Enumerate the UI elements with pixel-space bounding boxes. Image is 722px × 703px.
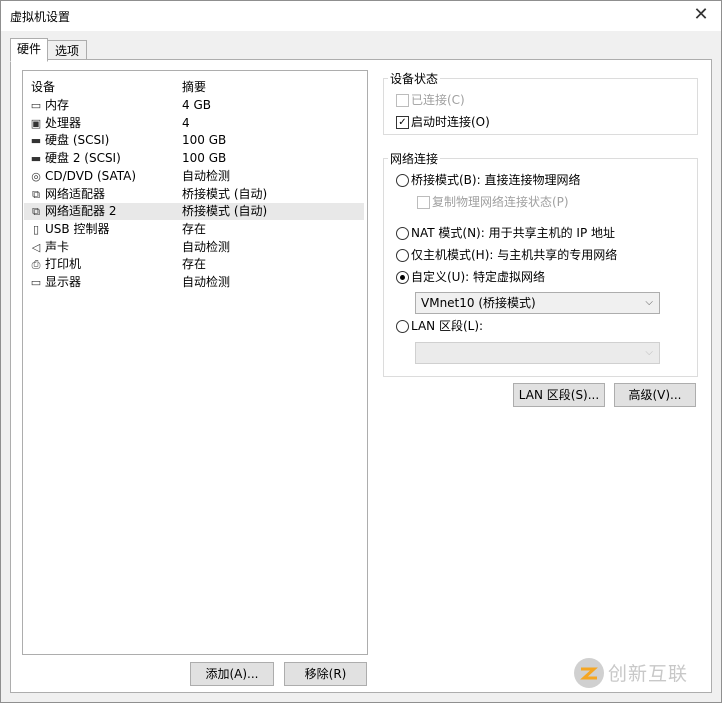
hard-disk-icon: ▬ — [30, 152, 42, 166]
device-row[interactable]: ▭ 内存 4 GB — [24, 97, 364, 114]
add-device-button[interactable]: 添加(A)... — [190, 662, 274, 686]
logo-icon — [574, 658, 604, 688]
remove-device-button[interactable]: 移除(R) — [284, 662, 367, 686]
device-name: 处理器 — [45, 115, 82, 130]
column-header-device[interactable]: 设备 — [31, 78, 55, 95]
radio-circle[interactable] — [396, 174, 409, 187]
connected-label: 已连接(C) — [411, 93, 465, 107]
radio-circle[interactable] — [396, 320, 409, 333]
nat-label: NAT 模式(N): 用于共享主机的 IP 地址 — [411, 226, 616, 240]
device-name: 网络适配器 2 — [45, 204, 117, 219]
hard-disk-icon: ▬ — [30, 134, 42, 148]
device-row[interactable]: ▭ 显示器 自动检测 — [24, 274, 364, 291]
radio-circle[interactable] — [396, 249, 409, 262]
network-adapter-icon: ⧉ — [32, 205, 40, 219]
watermark-text: 创新互联 — [608, 663, 689, 685]
device-summary: 存在 — [182, 257, 207, 272]
lan-segment-select[interactable]: ⌵ — [415, 342, 660, 364]
device-row[interactable]: ⧉ 网络适配器 2 桥接模式 (自动) — [24, 203, 364, 221]
usb-icon: ▯ — [32, 222, 40, 236]
device-name: 硬盘 2 (SCSI) — [45, 151, 121, 166]
cd-dvd-icon: ◎ — [31, 169, 41, 183]
column-header-summary[interactable]: 摘要 — [182, 78, 206, 95]
device-summary: 自动检测 — [182, 239, 231, 254]
device-name: CD/DVD (SATA) — [45, 168, 137, 183]
display-icon: ▭ — [30, 276, 42, 289]
device-row[interactable]: ▬ 硬盘 2 (SCSI) 100 GB — [24, 150, 364, 167]
device-name: 声卡 — [45, 239, 70, 254]
chevron-down-icon[interactable]: ⌵ — [645, 293, 653, 313]
device-list[interactable]: 设备 摘要 ▭ 内存 4 GB ▣ 处理器 4 ▬ 硬盘 (SCSI) 100 GB ▬ 硬盘 2 … — [22, 70, 368, 655]
device-summary: 自动检测 — [182, 168, 231, 183]
device-summary: 桥接模式 (自动) — [182, 204, 268, 219]
device-row[interactable]: ◎ CD/DVD (SATA) 自动检测 — [24, 168, 364, 185]
checkbox-box[interactable] — [396, 94, 409, 107]
close-icon[interactable]: ✕ — [691, 5, 711, 25]
device-name: 显示器 — [45, 275, 82, 289]
lan-segment-label: LAN 区段(L): — [411, 319, 484, 333]
replicate-state-label: 复制物理网络连接状态(P) — [432, 195, 569, 209]
device-name: 网络适配器 — [45, 186, 106, 201]
watermark-logo: 创新互联 — [572, 653, 717, 693]
custom-label: 自定义(U): 特定虚拟网络 — [411, 270, 546, 284]
printer-icon: ⎙ — [31, 258, 41, 272]
radio-circle[interactable] — [396, 227, 409, 240]
device-status-title: 设备状态 — [388, 70, 441, 87]
sound-card-icon: ◁ — [31, 240, 41, 254]
host-only-label: 仅主机模式(H): 与主机共享的专用网络 — [411, 248, 618, 262]
processor-icon: ▣ — [30, 116, 42, 130]
chevron-down-icon[interactable]: ⌵ — [645, 343, 653, 363]
device-summary: 4 — [182, 115, 190, 130]
window-title: 虚拟机设置 — [10, 10, 71, 24]
custom-network-select[interactable]: VMnet10 (桥接模式) ⌵ — [415, 292, 660, 314]
device-name: 打印机 — [45, 257, 82, 272]
device-row[interactable]: ⧉ 网络适配器 桥接模式 (自动) — [24, 186, 364, 203]
custom-network-value: VMnet10 (桥接模式) — [421, 296, 536, 310]
bridged-label: 桥接模式(B): 直接连接物理网络 — [411, 173, 581, 187]
radio-circle-checked[interactable] — [396, 271, 409, 284]
check-mark-icon[interactable]: ✓ — [396, 116, 409, 129]
device-summary: 自动检测 — [182, 275, 231, 289]
network-adapter-icon: ⧉ — [32, 187, 40, 201]
device-row[interactable]: ▬ 硬盘 (SCSI) 100 GB — [24, 132, 364, 149]
connect-at-power-on-label: 启动时连接(O) — [411, 115, 490, 129]
device-summary: 存在 — [182, 221, 207, 236]
device-row[interactable]: ⎙ 打印机 存在 — [24, 256, 364, 273]
device-summary: 桥接模式 (自动) — [182, 186, 268, 201]
vm-settings-window: 虚拟机设置 ✕ 硬件 选项 设备 摘要 ▭ 内存 4 GB ▣ 处理器 4 ▬ 硬盘 (SCS… — [0, 0, 722, 703]
memory-icon: ▭ — [30, 99, 42, 112]
network-connection-title: 网络连接 — [388, 150, 441, 167]
advanced-button[interactable]: 高级(V)... — [614, 383, 696, 407]
device-name: USB 控制器 — [45, 221, 110, 236]
device-summary: 100 GB — [182, 151, 227, 166]
list-header: 设备 摘要 — [23, 78, 367, 96]
device-row[interactable]: ◁ 声卡 自动检测 — [24, 239, 364, 256]
title-bar[interactable]: 虚拟机设置 ✕ — [1, 1, 721, 31]
lan-segments-button[interactable]: LAN 区段(S)... — [513, 383, 605, 407]
device-summary: 4 GB — [182, 98, 211, 112]
device-name: 硬盘 (SCSI) — [45, 133, 110, 148]
device-row[interactable]: ▣ 处理器 4 — [24, 115, 364, 132]
device-name: 内存 — [45, 98, 70, 112]
device-row[interactable]: ▯ USB 控制器 存在 — [24, 221, 364, 238]
device-summary: 100 GB — [182, 133, 227, 148]
checkbox-box[interactable] — [417, 196, 430, 209]
tab-hardware[interactable]: 硬件 — [10, 38, 48, 62]
